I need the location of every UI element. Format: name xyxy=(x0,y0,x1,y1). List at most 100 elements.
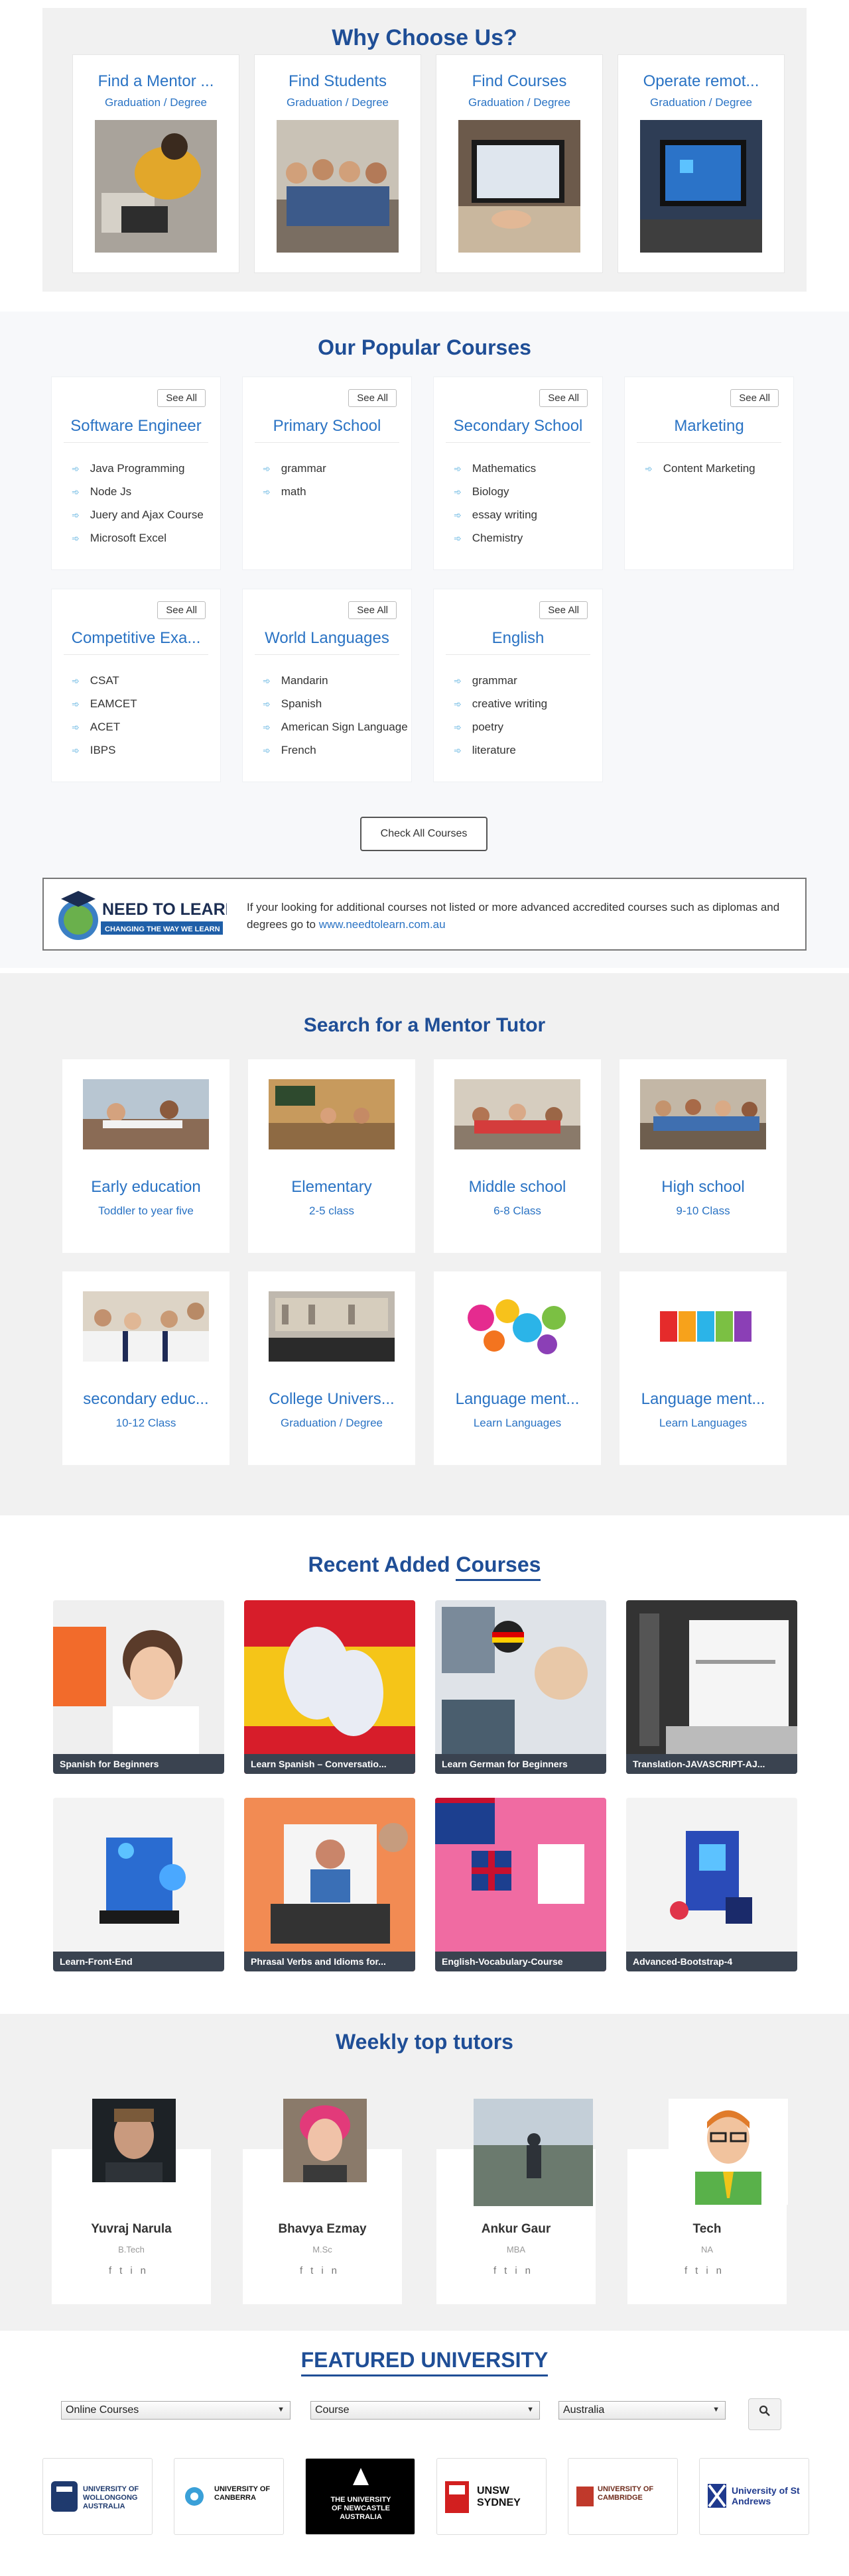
course-link[interactable]: ➾ poetry xyxy=(454,715,547,738)
course-card[interactable]: Advanced-Bootstrap-4 xyxy=(626,1798,797,1971)
course-link[interactable]: ➾ Java Programming xyxy=(72,457,204,480)
course-label: English-Vocabulary-Course xyxy=(435,1952,606,1971)
check-all-courses-button[interactable]: Check All Courses xyxy=(360,817,488,851)
university-logo-st-andrews[interactable]: University of St Andrews xyxy=(699,2458,809,2535)
course-link[interactable]: ➾ Content Marketing xyxy=(645,457,755,480)
why-card-find-courses[interactable]: Find Courses Graduation / Degree xyxy=(436,54,603,273)
why-card-operate-remotely[interactable]: Operate remot... Graduation / Degree xyxy=(618,54,785,273)
course-category-card: See All World Languages ➾ Mandarin ➾ Spani… xyxy=(242,589,412,782)
facebook-icon[interactable]: f xyxy=(300,2265,310,2276)
course-link[interactable]: ➾ Biology xyxy=(454,480,537,503)
university-logo-unsw[interactable]: UNSW SYDNEY xyxy=(436,2458,547,2535)
course-link[interactable]: ➾ American Sign Language xyxy=(263,715,408,738)
photo-javascript-laptop xyxy=(626,1600,797,1774)
card-subtitle: Toddler to year five xyxy=(98,1204,194,1217)
course-link[interactable]: ➾ math xyxy=(263,480,326,503)
category-title[interactable]: Marketing xyxy=(637,417,781,443)
course-link[interactable]: ➾ literature xyxy=(454,738,547,762)
needtolearn-link[interactable]: www.needtolearn.com.au xyxy=(319,918,446,931)
course-link[interactable]: ➾ IBPS xyxy=(72,738,137,762)
photo-spanish-beginners xyxy=(53,1600,224,1774)
university-logo-cambridge[interactable]: UNIVERSITY OF CAMBRIDGE xyxy=(568,2458,678,2535)
course-link[interactable]: ➾ Mandarin xyxy=(263,669,408,692)
mentor-level-card[interactable]: Middle school 6-8 Class xyxy=(434,1059,601,1253)
twitter-icon[interactable]: t xyxy=(504,2265,515,2276)
course-link[interactable]: ➾ grammar xyxy=(454,669,547,692)
see-all-button[interactable]: See All xyxy=(348,601,397,619)
course-link[interactable]: ➾ Node Js xyxy=(72,480,204,503)
photo-middle-school xyxy=(454,1079,580,1149)
category-title[interactable]: World Languages xyxy=(255,629,399,655)
university-logo-canberra[interactable]: UNIVERSITY OF CANBERRA xyxy=(174,2458,284,2535)
course-link[interactable]: ➾ CSAT xyxy=(72,669,137,692)
category-title[interactable]: English xyxy=(446,629,590,655)
course-link[interactable]: ➾ Microsoft Excel xyxy=(72,526,204,550)
facebook-icon[interactable]: f xyxy=(493,2265,504,2276)
university-logo-newcastle[interactable]: THE UNIVERSITY OF NEWCASTLE AUSTRALIA xyxy=(305,2458,415,2535)
mentor-level-card[interactable]: College Univers... Graduation / Degree xyxy=(248,1271,415,1465)
twitter-icon[interactable]: t xyxy=(119,2265,130,2276)
see-all-button[interactable]: See All xyxy=(348,389,397,407)
search-button[interactable] xyxy=(748,2398,781,2430)
see-all-button[interactable]: See All xyxy=(539,389,588,407)
why-card-find-mentor[interactable]: Find a Mentor ... Graduation / Degree xyxy=(72,54,239,273)
linkedin-icon[interactable]: in xyxy=(130,2265,154,2276)
chevron-down-icon: ▼ xyxy=(712,2406,720,2414)
arrow-icon: ➾ xyxy=(72,510,80,520)
course-link[interactable]: ➾ Chemistry xyxy=(454,526,537,550)
course-link[interactable]: ➾ Mathematics xyxy=(454,457,537,480)
course-card[interactable]: Learn Spanish – Conversatio... xyxy=(244,1600,415,1774)
country-select[interactable]: Australia ▼ xyxy=(558,2401,726,2420)
course-link[interactable]: ➾ EAMCET xyxy=(72,692,137,715)
mentor-level-card[interactable]: secondary educ... 10-12 Class xyxy=(62,1271,229,1465)
university-logo-wollongong[interactable]: UNIVERSITY OF WOLLONGONG AUSTRALIA xyxy=(42,2458,153,2535)
see-all-button[interactable]: See All xyxy=(157,389,206,407)
social-links: ftin xyxy=(52,2265,211,2276)
course-link[interactable]: ➾ ACET xyxy=(72,715,137,738)
course-type-select[interactable]: Online Courses ▼ xyxy=(61,2401,291,2420)
search-mentor-section: Search for a Mentor Tutor Early educatio… xyxy=(0,973,849,1515)
course-label: Phrasal Verbs and Idioms for... xyxy=(244,1952,415,1971)
see-all-button[interactable]: See All xyxy=(730,389,779,407)
twitter-icon[interactable]: t xyxy=(695,2265,706,2276)
linkedin-icon[interactable]: in xyxy=(321,2265,345,2276)
course-link[interactable]: ➾ grammar xyxy=(263,457,326,480)
facebook-icon[interactable]: f xyxy=(109,2265,119,2276)
course-link[interactable]: ➾ creative writing xyxy=(454,692,547,715)
course-select[interactable]: Course ▼ xyxy=(310,2401,540,2420)
mentor-level-card[interactable]: Language ment... Learn Languages xyxy=(620,1271,787,1465)
course-card[interactable]: Spanish for Beginners xyxy=(53,1600,224,1774)
category-title[interactable]: Competitive Exa... xyxy=(64,629,208,655)
photo-english-vocabulary xyxy=(435,1798,606,1971)
tutor-name: Yuvraj Narula xyxy=(91,2222,172,2236)
course-card[interactable]: Learn-Front-End xyxy=(53,1798,224,1971)
facebook-icon[interactable]: f xyxy=(685,2265,695,2276)
need-to-learn-logo[interactable]: NEED TO LEARN CHANGING THE WAY WE LEARN xyxy=(54,886,227,945)
see-all-button[interactable]: See All xyxy=(539,601,588,619)
category-title[interactable]: Software Engineer xyxy=(64,417,208,443)
category-title[interactable]: Secondary School xyxy=(446,417,590,443)
course-card[interactable]: Phrasal Verbs and Idioms for... xyxy=(244,1798,415,1971)
mentor-level-card[interactable]: Elementary 2-5 class xyxy=(248,1059,415,1253)
linkedin-icon[interactable]: in xyxy=(515,2265,539,2276)
tutor-avatar xyxy=(92,2099,176,2182)
course-card[interactable]: English-Vocabulary-Course xyxy=(435,1798,606,1971)
mentor-level-card[interactable]: Early education Toddler to year five xyxy=(62,1059,229,1253)
category-title[interactable]: Primary School xyxy=(255,417,399,443)
course-link[interactable]: ➾ Spanish xyxy=(263,692,408,715)
see-all-button[interactable]: See All xyxy=(157,601,206,619)
card-subtitle: Graduation / Degree xyxy=(649,96,753,109)
photo-elementary-class xyxy=(269,1079,395,1149)
course-link[interactable]: ➾ Juery and Ajax Course xyxy=(72,503,204,526)
course-link[interactable]: ➾ French xyxy=(263,738,408,762)
mentor-level-card[interactable]: High school 9-10 Class xyxy=(620,1059,787,1253)
course-label: Translation-JAVASCRIPT-AJ... xyxy=(626,1754,797,1774)
twitter-icon[interactable]: t xyxy=(310,2265,321,2276)
course-card[interactable]: Translation-JAVASCRIPT-AJ... xyxy=(626,1600,797,1774)
mentor-level-card[interactable]: Language ment... Learn Languages xyxy=(434,1271,601,1465)
course-card[interactable]: Learn German for Beginners xyxy=(435,1600,606,1774)
course-category-card: See All Marketing ➾ Content Marketing xyxy=(624,377,794,570)
why-card-find-students[interactable]: Find Students Graduation / Degree xyxy=(254,54,421,273)
linkedin-icon[interactable]: in xyxy=(706,2265,730,2276)
course-link[interactable]: ➾ essay writing xyxy=(454,503,537,526)
